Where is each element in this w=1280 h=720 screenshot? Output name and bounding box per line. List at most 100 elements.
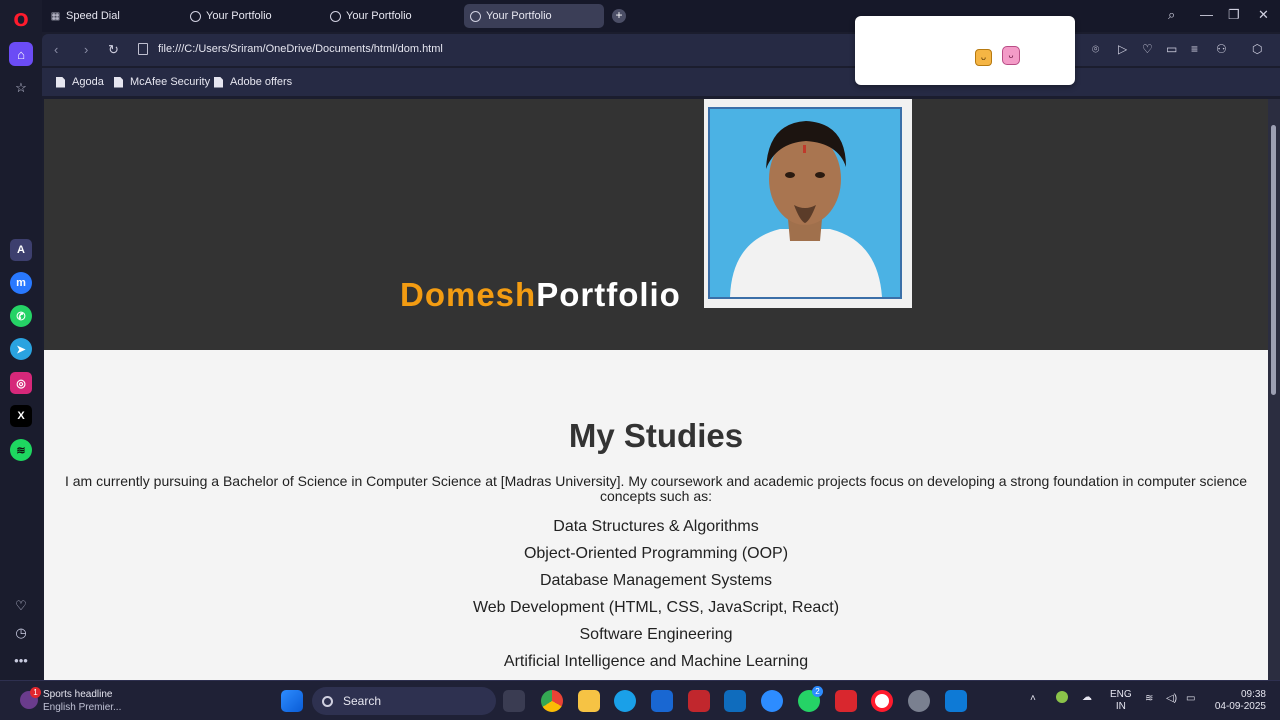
star-icon[interactable]: ☆	[9, 76, 33, 100]
pink-cat-icon[interactable]: ᴗ	[1002, 46, 1020, 65]
tab-portfolio-1[interactable]: Your Portfolio	[184, 4, 324, 28]
back-button[interactable]: ‹	[54, 42, 58, 57]
document-icon	[56, 76, 65, 88]
list-item: Artificial Intelligence and Machine Lear…	[503, 653, 809, 670]
popup-panel[interactable]: ᴗ ᴗ	[855, 16, 1075, 85]
outlook-icon[interactable]	[724, 690, 746, 712]
tab-bar: ▦ Speed Dial Your Portfolio Your Portfol…	[42, 0, 1280, 32]
volume-icon[interactable]: ◁)	[1166, 693, 1177, 705]
list-item: Object-Oriented Programming (OOP)	[523, 545, 789, 562]
more-icon[interactable]: •••	[9, 648, 33, 672]
history-icon[interactable]: ◷	[9, 621, 33, 645]
edge-icon[interactable]	[614, 690, 636, 712]
profile-icon[interactable]: ⚇	[1216, 42, 1227, 56]
scrollbar-thumb[interactable]	[1271, 125, 1276, 395]
forward-button[interactable]: ›	[84, 42, 88, 57]
reload-button[interactable]: ↻	[108, 42, 119, 58]
camera-icon[interactable]: ⌾	[1092, 42, 1099, 57]
globe-icon	[330, 10, 341, 22]
whatsapp-badge: 2	[812, 686, 823, 697]
bookmark-agoda[interactable]: Agoda	[56, 76, 104, 88]
bookmark-mcafee[interactable]: McAfee Security	[114, 76, 210, 88]
x-icon[interactable]: X	[10, 405, 32, 427]
document-icon	[214, 76, 223, 88]
close-window-button[interactable]: ✕	[1258, 7, 1269, 23]
file-explorer-icon[interactable]	[578, 690, 600, 712]
date-label: 04-09-2025	[1214, 701, 1266, 712]
battery-icon[interactable]: ▭	[1186, 693, 1195, 705]
brand-first: Domesh	[400, 276, 537, 313]
speed-dial-icon: ▦	[50, 10, 61, 22]
list-item: Software Engineering	[579, 626, 733, 643]
document-icon	[114, 76, 123, 88]
chrome-icon[interactable]	[541, 690, 563, 712]
tab-label: Your Portfolio	[346, 10, 412, 22]
bookmark-label: McAfee Security	[130, 76, 211, 88]
globe-icon	[470, 10, 481, 22]
opera-logo-icon[interactable]: O	[9, 8, 33, 32]
settings-icon[interactable]	[908, 690, 930, 712]
wifi-icon[interactable]: ≋	[1145, 693, 1153, 705]
tab-speed-dial[interactable]: ▦ Speed Dial	[44, 4, 184, 28]
time-label: 09:38	[1240, 689, 1266, 700]
extensions-icon[interactable]: ⬡	[1252, 42, 1262, 56]
bookmark-label: Adobe offers	[230, 76, 293, 88]
tab-label: Your Portfolio	[486, 10, 552, 22]
file-icon	[138, 43, 148, 55]
instagram-icon[interactable]: ◎	[10, 372, 32, 394]
news-badge: 1	[30, 687, 41, 698]
clock[interactable]: 09:38 04-09-2025	[1210, 689, 1266, 713]
lang-line-1: ENG	[1110, 689, 1132, 700]
page-scrollbar[interactable]	[1268, 99, 1280, 680]
address-input[interactable]: file:///C:/Users/Sriram/OneDrive/Documen…	[158, 43, 443, 55]
search-label: Search	[343, 694, 382, 708]
hero-section: DomeshPortfolio	[44, 99, 1268, 350]
easy-setup-icon[interactable]: ≡	[1191, 42, 1198, 56]
spotify-icon[interactable]: ≋	[10, 439, 32, 461]
vscode-icon[interactable]	[945, 690, 967, 712]
tab-portfolio-2[interactable]: Your Portfolio	[324, 4, 464, 28]
address-bar-row: ‹ › ↻ file:///C:/Users/Sriram/OneDrive/D…	[42, 34, 1280, 66]
page-viewport: DomeshPortfolio My Studies I am currentl…	[44, 99, 1268, 680]
tray-app-icon[interactable]	[1056, 691, 1068, 703]
store-icon[interactable]	[651, 690, 673, 712]
language-indicator[interactable]: ENG IN	[1110, 689, 1132, 713]
tab-portfolio-active[interactable]: Your Portfolio	[464, 4, 604, 28]
whatsapp-icon[interactable]: ✆	[10, 305, 32, 327]
search-tabs-icon[interactable]: ⌕	[1168, 7, 1175, 23]
onedrive-icon[interactable]: ☁	[1082, 692, 1092, 704]
chevron-up-icon[interactable]: ˄	[1030, 693, 1036, 705]
player-icon[interactable]: ▷	[1118, 42, 1127, 56]
tab-label: Speed Dial	[66, 10, 120, 22]
opera-sidebar: O ⌂ ☆ A m ✆ ➤ ◎ X ≋ ♡ ◷ •••	[0, 0, 42, 680]
site-brand: DomeshPortfolio	[400, 276, 681, 314]
heart-icon[interactable]: ♡	[9, 594, 33, 618]
task-view-icon[interactable]	[503, 690, 525, 712]
aria-icon[interactable]: A	[10, 239, 32, 261]
globe-icon	[190, 10, 201, 22]
taskbar-search[interactable]: Search	[312, 687, 496, 715]
cat-face-icon[interactable]: ᴗ	[975, 49, 992, 66]
bookmark-label: Agoda	[72, 76, 104, 88]
mcafee-icon[interactable]	[688, 690, 710, 712]
windows-start-icon[interactable]	[281, 690, 303, 712]
list-item: Database Management Systems	[539, 572, 773, 589]
restore-button[interactable]: ❐	[1228, 7, 1240, 23]
wps-icon[interactable]	[835, 690, 857, 712]
messenger-icon[interactable]: m	[10, 272, 32, 294]
opera-taskbar-icon[interactable]	[871, 690, 893, 712]
home-icon[interactable]: ⌂	[9, 42, 33, 66]
heart-icon[interactable]: ♡	[1142, 42, 1153, 56]
minimize-button[interactable]: —	[1200, 7, 1213, 22]
windows-taskbar: 1 Sports headline English Premier... Sea…	[0, 680, 1280, 720]
bookmark-adobe[interactable]: Adobe offers	[214, 76, 292, 88]
search-icon	[322, 695, 333, 707]
telegram-icon[interactable]: ➤	[10, 338, 32, 360]
battery-saver-icon[interactable]: ▭	[1166, 42, 1177, 56]
list-item: Web Development (HTML, CSS, JavaScript, …	[472, 599, 840, 616]
zoom-icon[interactable]	[761, 690, 783, 712]
bookmarks-bar: Agoda McAfee Security Adobe offers	[42, 68, 1280, 96]
profile-photo	[708, 107, 902, 299]
list-item: Data Structures & Algorithms	[553, 518, 759, 535]
new-tab-button[interactable]: +	[612, 9, 626, 23]
